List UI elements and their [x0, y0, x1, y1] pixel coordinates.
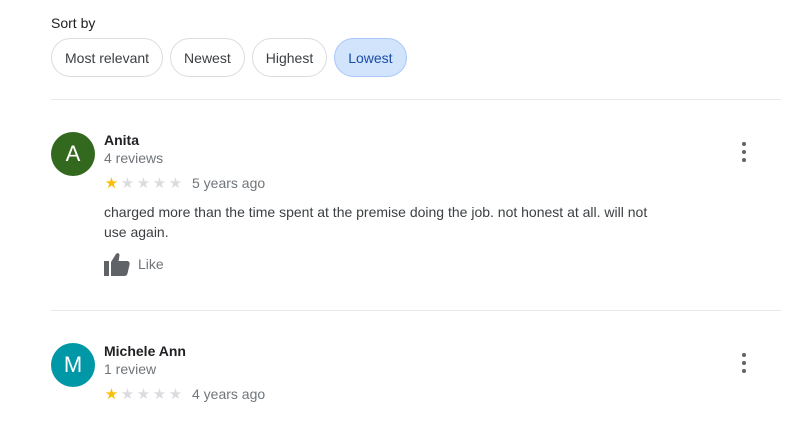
more-vert-icon [742, 353, 746, 357]
review-text: charged more than the time spent at the … [104, 204, 648, 240]
more-vert-icon-dot [742, 369, 746, 373]
star-empty-icon: ★ [120, 385, 135, 403]
star-empty-icon: ★ [136, 174, 151, 192]
star-empty-icon: ★ [136, 385, 151, 403]
more-vert-icon [742, 142, 746, 146]
more-options-button[interactable] [736, 353, 752, 373]
reviewer-name[interactable]: Michele Ann [104, 343, 186, 359]
avatar[interactable]: A [51, 132, 95, 176]
reviewer-name[interactable]: Anita [104, 132, 139, 148]
star-rating: ★ ★ ★ ★ ★ [104, 176, 183, 191]
star-filled-icon: ★ [104, 385, 119, 403]
star-rating: ★ ★ ★ ★ ★ [104, 387, 183, 402]
star-empty-icon: ★ [152, 385, 167, 403]
avatar[interactable]: M [51, 343, 95, 387]
review-card: M Michele Ann 1 review ★ ★ ★ ★ ★ 4 years… [51, 343, 771, 413]
sort-chip-newest[interactable]: Newest [170, 38, 245, 77]
star-empty-icon: ★ [152, 174, 167, 192]
sort-chip-most-relevant[interactable]: Most relevant [51, 38, 164, 77]
divider [51, 310, 781, 311]
star-empty-icon: ★ [120, 174, 135, 192]
like-label: Like [138, 256, 164, 272]
star-empty-icon: ★ [168, 385, 183, 403]
rating-row: ★ ★ ★ ★ ★ 5 years ago [104, 174, 265, 192]
reviewer-review-count: 4 reviews [104, 150, 164, 166]
more-options-button[interactable] [736, 142, 752, 162]
more-vert-icon-dot [742, 158, 746, 162]
reviewer-review-count: 1 review [104, 361, 157, 377]
sort-label: Sort by [51, 15, 96, 31]
review-age: 5 years ago [192, 175, 266, 191]
rating-row: ★ ★ ★ ★ ★ 4 years ago [104, 385, 265, 403]
divider [51, 99, 781, 100]
sort-chip-highest[interactable]: Highest [251, 38, 328, 77]
review-card: A Anita 4 reviews ★ ★ ★ ★ ★ 5 years ago … [51, 132, 771, 282]
more-vert-icon-dot [742, 150, 746, 154]
more-vert-icon-dot [742, 361, 746, 365]
sort-chips: Most relevant Newest Highest Lowest [51, 38, 407, 77]
thumbs-up-icon [104, 252, 130, 276]
star-filled-icon: ★ [104, 174, 119, 192]
star-empty-icon: ★ [168, 174, 183, 192]
review-age: 4 years ago [192, 386, 266, 402]
sort-chip-lowest[interactable]: Lowest [334, 38, 407, 77]
like-button[interactable]: Like [104, 252, 164, 276]
